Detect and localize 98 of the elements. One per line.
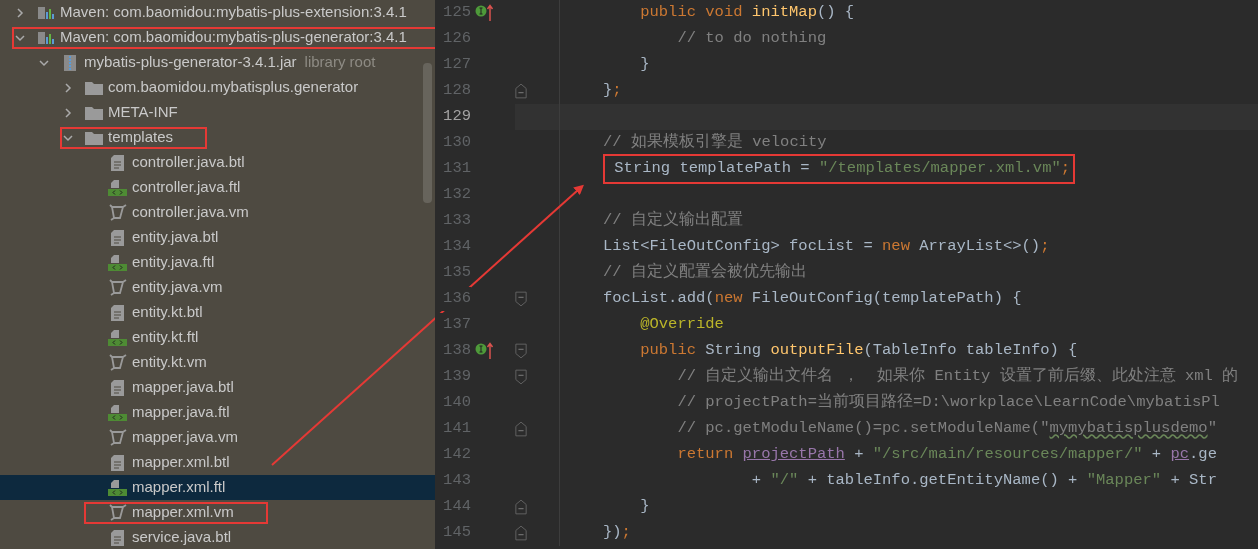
folder-icon	[84, 80, 103, 95]
tree-row[interactable]: entity.kt.ftl	[0, 325, 435, 350]
tree-row[interactable]: META-INF	[0, 100, 435, 125]
tree-row[interactable]: com.baomidou.mybatisplus.generator	[0, 75, 435, 100]
implements-marker-icon[interactable]	[475, 342, 495, 360]
tree-label: entity.kt.btl	[132, 302, 203, 323]
tree-row[interactable]: entity.kt.vm	[0, 350, 435, 375]
tree-row[interactable]: mapper.java.btl	[0, 375, 435, 400]
tree-row[interactable]: controller.java.vm	[0, 200, 435, 225]
code-line: // to do nothing	[676, 28, 827, 50]
velocity-file-icon	[108, 279, 127, 296]
tree-label: entity.kt.ftl	[132, 327, 199, 348]
template-file-icon	[108, 404, 127, 421]
tree-row[interactable]: service.java.btl	[0, 525, 435, 549]
fold-icon[interactable]	[515, 82, 527, 100]
document-icon	[111, 454, 124, 471]
tree-label: entity.java.ftl	[132, 252, 215, 273]
tree-row[interactable]: Maven: com.baomidou:mybatis-plus-extension:3.4.1	[0, 0, 435, 25]
tree-label: mapper.java.btl	[132, 377, 234, 398]
code-line: // pc.getModuleName()=pc.setModuleName("mymybatisplusdemo"	[676, 418, 1217, 440]
tree-label: controller.java.btl	[132, 152, 245, 173]
code-line: }	[639, 54, 650, 76]
code-line: // 如果模板引擎是 velocity	[603, 132, 827, 154]
tree-row[interactable]: entity.java.vm	[0, 275, 435, 300]
velocity-file-icon	[108, 504, 127, 521]
tree-label: mapper.xml.vm	[132, 502, 234, 523]
fold-icon[interactable]	[515, 368, 527, 386]
tree-row[interactable]: mapper.xml.btl	[0, 450, 435, 475]
velocity-file-icon	[108, 204, 127, 221]
tree-label: mapper.xml.btl	[132, 452, 230, 473]
code-line: // 自定义配置会被优先输出	[603, 262, 807, 284]
code-line: return projectPath + "/src/main/resources/mapper/" + pc.ge	[676, 444, 1217, 466]
tree-label: com.baomidou.mybatisplus.generator	[108, 77, 359, 98]
tree-row[interactable]: controller.java.ftl	[0, 175, 435, 200]
fold-icon[interactable]	[515, 420, 527, 438]
folder-icon	[84, 105, 103, 120]
fold-icon[interactable]	[515, 498, 527, 516]
code-line: // 自定义输出文件名 ， 如果你 Entity 设置了前后缀、此处注意 xml 的	[676, 365, 1239, 388]
tree-label: controller.java.vm	[132, 202, 249, 223]
tree-row[interactable]: entity.java.ftl	[0, 250, 435, 275]
chevron-right-icon[interactable]	[62, 81, 74, 94]
tree-label: service.java.btl	[132, 527, 232, 548]
tree-label: mapper.java.ftl	[132, 402, 230, 423]
tree-row[interactable]: mapper.java.vm	[0, 425, 435, 450]
tree-label: mapper.xml.ftl	[132, 477, 226, 498]
code-line: });	[603, 522, 631, 544]
code-line: public void initMap() {	[639, 2, 855, 24]
library-icon	[37, 5, 54, 20]
fold-icon[interactable]	[515, 342, 527, 360]
tree-row[interactable]: Maven: com.baomidou:mybatis-plus-generator:3.4.1	[0, 25, 435, 50]
tree-label: mybatis-plus-generator-3.4.1.jar	[84, 52, 297, 73]
code-line: // projectPath=当前项目路径=D:\workplace\LearnCode\mybatisPl	[676, 392, 1220, 414]
chevron-right-icon[interactable]	[14, 6, 26, 19]
code-line: public String outputFile(TableInfo tableInfo) {	[639, 340, 1078, 362]
fold-icon[interactable]	[515, 524, 527, 542]
document-icon	[111, 154, 124, 171]
template-file-icon	[108, 254, 127, 271]
tree-label: entity.kt.vm	[132, 352, 207, 373]
tree-row[interactable]: mybatis-plus-generator-3.4.1.jar library root	[0, 50, 435, 75]
tree-label: META-INF	[108, 102, 178, 123]
document-icon	[111, 529, 124, 546]
tree-label: templates	[108, 127, 174, 148]
scrollbar-thumb[interactable]	[423, 63, 432, 203]
library-icon	[37, 30, 54, 45]
template-file-icon	[108, 479, 127, 496]
code-line: + "/" + tableInfo.getEntityName() + "Mapper" + Str	[750, 470, 1217, 492]
velocity-file-icon	[108, 354, 127, 371]
tree-label: controller.java.ftl	[132, 177, 241, 198]
document-icon	[111, 379, 124, 396]
tree-row[interactable]: templates	[0, 125, 435, 150]
tree-row[interactable]: mapper.java.ftl	[0, 400, 435, 425]
template-file-icon	[108, 179, 127, 196]
tree-row[interactable]: entity.kt.btl	[0, 300, 435, 325]
code-line: focList.add(new FileOutConfig(templatePath) {	[603, 288, 1022, 310]
tree-label: Maven: com.baomidou:mybatis-plus-extension:3.4.1	[60, 2, 407, 23]
tree-label: entity.java.vm	[132, 277, 223, 298]
tree-label-suffix: library root	[304, 52, 376, 73]
template-file-icon	[108, 329, 127, 346]
tree-label: mapper.java.vm	[132, 427, 238, 448]
tree-row[interactable]: controller.java.btl	[0, 150, 435, 175]
chevron-right-icon[interactable]	[62, 106, 74, 119]
tree-label: Maven: com.baomidou:mybatis-plus-generator:3.4.1	[60, 27, 407, 48]
implements-marker-icon[interactable]	[475, 4, 495, 22]
velocity-file-icon	[108, 429, 127, 446]
tree-label: entity.java.btl	[132, 227, 219, 248]
archive-icon	[63, 54, 76, 71]
document-icon	[111, 304, 124, 321]
tree-row[interactable]: entity.java.btl	[0, 225, 435, 250]
fold-icon[interactable]	[515, 290, 527, 308]
code-line: List<FileOutConfig> focList = new ArrayList<>();	[603, 236, 1050, 258]
document-icon	[111, 229, 124, 246]
tree-row[interactable]: mapper.xml.ftl	[0, 475, 435, 500]
code-line: }	[639, 496, 650, 518]
code-line: };	[603, 80, 622, 102]
tree-row[interactable]: mapper.xml.vm	[0, 500, 435, 525]
code-line: // 自定义输出配置	[603, 210, 743, 232]
folder-icon	[84, 130, 103, 145]
code-line: @Override	[639, 314, 724, 336]
